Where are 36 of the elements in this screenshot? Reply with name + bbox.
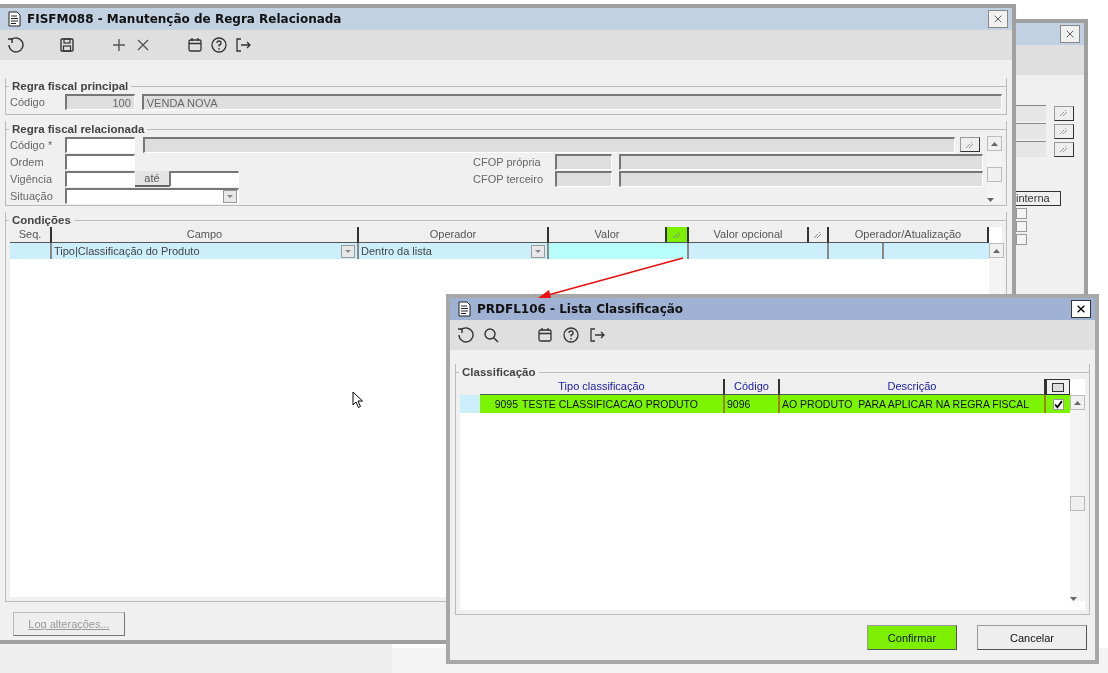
- window-title: FISFM088 - Manutenção de Regra Relacionada: [27, 12, 343, 26]
- grid-row[interactable]: Tipo|Classificação do Produto Dentro da lista: [10, 243, 989, 259]
- code-field: 100: [64, 93, 135, 110]
- field-label: CFOP própria: [473, 155, 542, 168]
- column-header[interactable]: Operador/Atualização: [829, 227, 989, 243]
- field-label: Código: [10, 95, 46, 108]
- column-header[interactable]: Campo: [52, 227, 359, 243]
- column-header[interactable]: interna: [1016, 191, 1061, 206]
- table-cell: 9095: [480, 395, 520, 413]
- dropdown-cell[interactable]: Dentro da lista: [359, 243, 549, 259]
- column-header[interactable]: Seq.: [10, 227, 52, 243]
- column-header[interactable]: Valor: [549, 227, 667, 243]
- group-title: Regra fiscal principal: [12, 80, 129, 92]
- grid-row[interactable]: 9095 TESTE CLASSIFICACAO PRODUTO 9096 AO PRODUTO PARA APLICAR NA REGRA FISCAL: [460, 395, 1070, 413]
- field-label: Situação: [10, 189, 54, 202]
- dialog-button[interactable]: Cancelar: [977, 625, 1087, 650]
- description-field: VENDA NOVA: [141, 93, 1002, 110]
- column-header[interactable]: Código: [725, 379, 780, 395]
- dialog-button[interactable]: Confirmar: [867, 625, 957, 650]
- dropdown-cell[interactable]: Tipo|Classificação do Produto: [52, 243, 359, 259]
- column-header[interactable]: Operador: [359, 227, 549, 243]
- group-title: Condições: [12, 214, 71, 226]
- window-title: PRDFL106 - Lista Classificação: [477, 302, 685, 316]
- group-title: Classificação: [462, 366, 536, 378]
- range-label: até: [135, 170, 169, 187]
- field-label: Vigência: [10, 172, 53, 185]
- field-label: CFOP terceiro: [473, 172, 545, 185]
- table-cell: TESTE CLASSIFICACAO PRODUTO: [520, 395, 725, 413]
- table-cell: 9096: [725, 395, 780, 413]
- group-title: Regra fiscal relacionada: [12, 123, 145, 135]
- table-cell: AO PRODUTO PARA APLICAR NA REGRA FISCAL: [780, 395, 1046, 413]
- field-label: Código *: [10, 138, 54, 151]
- field-label: Ordem: [10, 155, 45, 168]
- column-header[interactable]: Descrição: [780, 379, 1046, 395]
- column-header[interactable]: Tipo classificação: [480, 379, 725, 395]
- column-header[interactable]: Valor opcional: [689, 227, 809, 243]
